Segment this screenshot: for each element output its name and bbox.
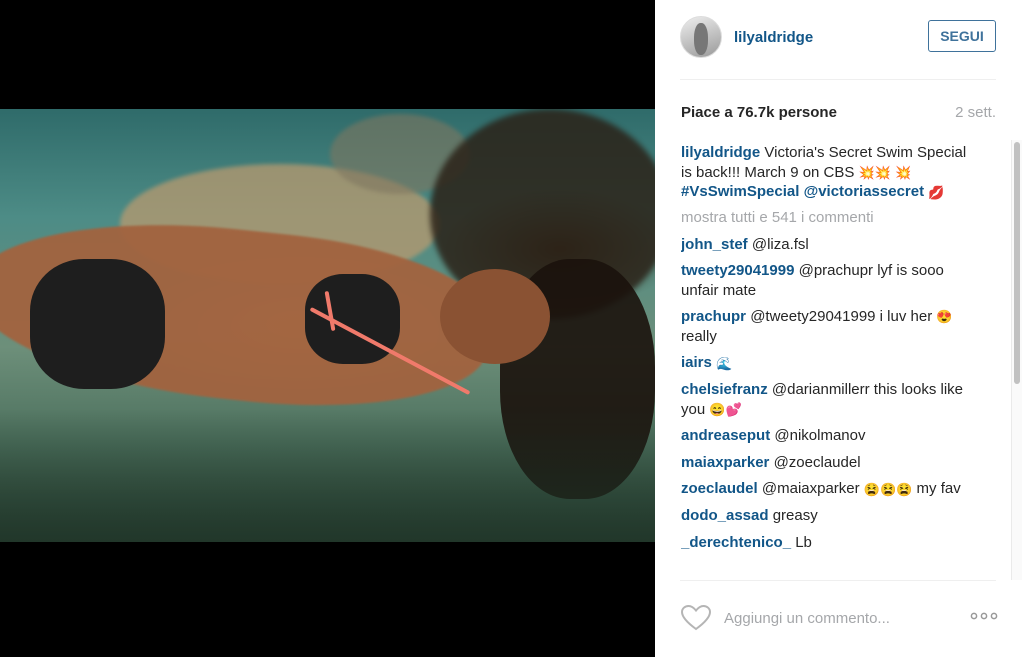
comment-item: john_stef @liza.fsl [681,235,981,255]
comment-username[interactable]: dodo_assad [681,507,769,524]
photo-water [0,409,655,542]
caption-hashtags[interactable]: #VsSwimSpecial @victoriassecret [681,183,924,200]
comment-item: chelsiefranz @darianmillerr this looks l… [681,380,981,419]
comment-text-after: really [681,327,717,345]
comments-scrollbar[interactable] [1011,140,1022,580]
comment-username[interactable]: iairs [681,354,712,371]
comment-item: iairs 🌊 [681,353,981,373]
comment-item: _derechtenico_ Lb [681,533,981,553]
more-options-icon[interactable] [970,610,998,622]
likes-count[interactable]: Piace a 76.7k persone [681,104,837,121]
like-heart-icon[interactable] [681,605,711,631]
comment-text: @tweety29041999 i luv her [750,308,933,326]
boom-emoji-icon: 💥 [874,164,891,180]
post-photo-area [0,0,655,657]
hearts-emoji-icon: 💕 [725,401,742,417]
comment-item: prachupr @tweety29041999 i luv her 😍 rea… [681,307,981,346]
comment-item: maiaxparker @zoeclaudel [681,453,981,473]
post-username[interactable]: lilyaldridge [734,29,813,46]
footer-divider [680,580,996,581]
heart-eyes-emoji-icon: 😍 [936,309,953,325]
wave-emoji-icon: 🌊 [716,355,733,371]
tired-emoji-icon: 😫 [863,481,880,497]
post-side-panel: lilyaldridge SEGUI Piace a 76.7k persone… [655,0,1026,657]
view-all-comments-link[interactable]: mostra tutti e 541 i commenti [681,208,981,228]
post-caption: lilyaldridge Victoria's Secret Swim Spec… [681,143,981,202]
comment-username[interactable]: prachupr [681,308,746,325]
comment-text-after: my fav [916,480,961,498]
comment-username[interactable]: chelsiefranz [681,381,768,398]
comment-item: tweety29041999 @prachupr lyf is sooo unf… [681,261,981,300]
scrollbar-thumb[interactable] [1014,142,1020,384]
comment-username[interactable]: andreaseput [681,427,770,444]
comment-item: zoeclaudel @maiaxparker 😫😫😫 my fav [681,479,981,499]
smile-emoji-icon: 😄 [709,401,726,417]
header-divider [680,79,996,80]
comment-text: @maiaxparker [761,480,860,498]
avatar[interactable] [680,16,722,58]
comment-username[interactable]: maiaxparker [681,454,769,471]
post-header: lilyaldridge SEGUI [680,16,996,60]
comment-text: greasy [772,507,818,525]
tired-emoji-icon: 😫 [896,481,913,497]
comments-list[interactable]: lilyaldridge Victoria's Secret Swim Spec… [681,143,981,579]
boom-emoji-icon: 💥 [895,164,912,180]
comment-text: Lb [795,533,812,551]
comment-username[interactable]: tweety29041999 [681,262,794,279]
comment-username[interactable]: zoeclaudel [681,480,758,497]
caption-username[interactable]: lilyaldridge [681,144,760,161]
comment-text: @liza.fsl [751,235,809,253]
comment-text: @nikolmanov [774,427,866,445]
boom-emoji-icon: 💥 [858,164,875,180]
post-time[interactable]: 2 sett. [955,104,996,121]
comment-item: andreaseput @nikolmanov [681,426,981,446]
add-comment-input[interactable]: Aggiungi un commento... [724,610,890,627]
comment-username[interactable]: john_stef [681,236,748,253]
comment-text: @zoeclaudel [773,453,861,471]
comment-item: dodo_assad greasy [681,506,981,526]
photo-swimsuit-bottom [30,259,165,389]
follow-button[interactable]: SEGUI [928,20,996,52]
tired-emoji-icon: 😫 [880,481,897,497]
comment-username[interactable]: _derechtenico_ [681,534,791,551]
post-photo[interactable] [0,109,655,542]
photo-head [440,269,550,364]
kiss-emoji-icon: 💋 [928,184,945,200]
